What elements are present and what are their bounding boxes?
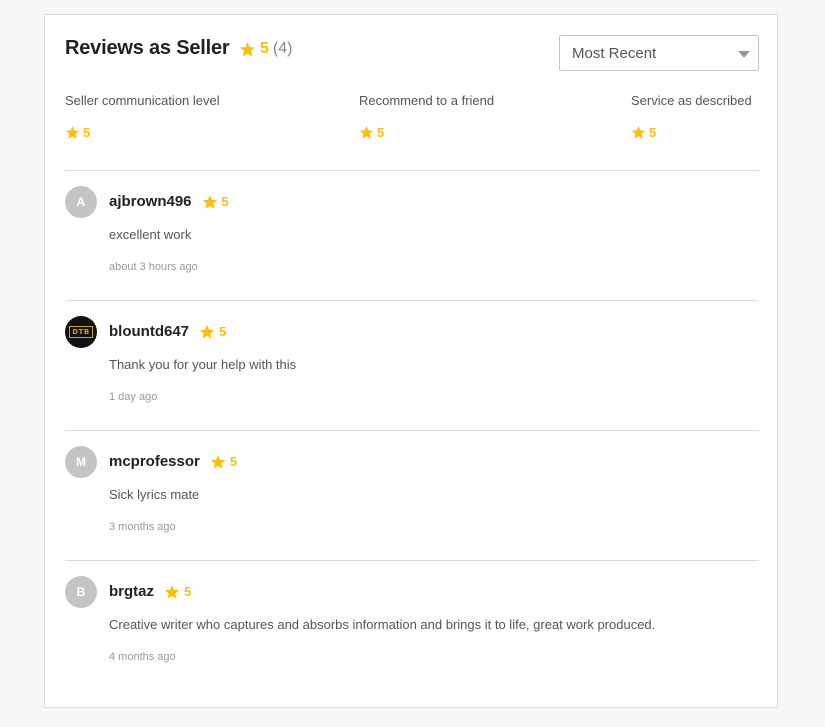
- star-icon: [65, 125, 80, 140]
- reviewer-username[interactable]: brgtaz: [109, 583, 154, 600]
- review-item: A ajbrown496 5 excellent work about 3 ho…: [65, 171, 759, 301]
- review-timestamp: 4 months ago: [109, 651, 176, 663]
- review-item: M mcprofessor 5 Sick lyrics mate 3 month…: [65, 431, 759, 561]
- star-icon: [631, 125, 646, 140]
- star-icon: [239, 41, 256, 58]
- review-rating-value: 5: [184, 584, 192, 599]
- rating-breakdown: Seller communication level 5 Recommend t…: [65, 93, 759, 171]
- criterion-rating-value: 5: [83, 125, 91, 140]
- sort-dropdown[interactable]: Most Recent: [559, 35, 759, 71]
- star-icon: [202, 194, 218, 210]
- review-rating-value: 5: [221, 194, 229, 209]
- review-text: excellent work: [109, 227, 192, 242]
- overall-rating: 5 (4): [239, 40, 292, 58]
- review-timestamp: about 3 hours ago: [109, 261, 198, 273]
- criterion-rating-value: 5: [649, 125, 657, 140]
- reviews-header: Reviews as Seller 5 (4) Most Recent: [65, 15, 759, 93]
- criterion-label: Recommend to a friend: [359, 93, 495, 108]
- review-count: (4): [272, 40, 293, 57]
- criterion-rating: 5: [631, 125, 752, 140]
- review-header: brgtaz 5: [109, 583, 191, 600]
- review-text: Thank you for your help with this: [109, 357, 297, 372]
- star-icon: [164, 584, 180, 600]
- overall-rating-value: 5: [260, 40, 269, 57]
- review-list: A ajbrown496 5 excellent work about 3 ho…: [65, 171, 759, 690]
- avatar-logo: DTB: [69, 326, 93, 338]
- reviewer-username[interactable]: mcprofessor: [109, 453, 200, 470]
- reviews-card: Reviews as Seller 5 (4) Most Recent Sell…: [44, 14, 778, 708]
- criterion-recommend: Recommend to a friend 5: [359, 93, 494, 140]
- review-header: blountd647 5: [109, 323, 226, 340]
- review-item: B brgtaz 5 Creative writer who captures …: [65, 561, 759, 690]
- review-rating-value: 5: [219, 324, 227, 339]
- criterion-label: Service as described: [631, 93, 752, 108]
- sort-selected-value: Most Recent: [572, 45, 657, 62]
- criterion-rating: 5: [359, 125, 494, 140]
- star-icon: [199, 324, 215, 340]
- criterion-label: Seller communication level: [65, 93, 220, 108]
- review-rating-value: 5: [229, 454, 238, 469]
- review-header: mcprofessor 5: [109, 453, 237, 470]
- avatar[interactable]: M: [65, 446, 97, 478]
- criterion-rating: 5: [65, 125, 220, 140]
- review-item: DTB blountd647 5 Thank you for your help…: [65, 301, 759, 431]
- page-title: Reviews as Seller: [65, 37, 230, 59]
- star-icon: [359, 125, 374, 140]
- reviewer-username[interactable]: ajbrown496: [109, 193, 192, 210]
- criterion-communication: Seller communication level 5: [65, 93, 220, 140]
- review-timestamp: 1 day ago: [109, 391, 158, 403]
- chevron-down-icon: [738, 51, 750, 58]
- avatar[interactable]: B: [65, 576, 97, 608]
- reviews-content: Reviews as Seller 5 (4) Most Recent Sell…: [65, 15, 759, 690]
- review-text: Creative writer who captures and absorbs…: [109, 617, 656, 632]
- avatar[interactable]: DTB: [65, 316, 97, 348]
- review-header: ajbrown496 5: [109, 193, 229, 210]
- review-text: Sick lyrics mate: [109, 487, 200, 502]
- avatar[interactable]: A: [65, 186, 97, 218]
- reviewer-username[interactable]: blountd647: [109, 323, 189, 340]
- review-timestamp: 3 months ago: [109, 521, 176, 533]
- criterion-service: Service as described 5: [631, 93, 752, 140]
- star-icon: [210, 454, 226, 470]
- criterion-rating-value: 5: [377, 125, 385, 140]
